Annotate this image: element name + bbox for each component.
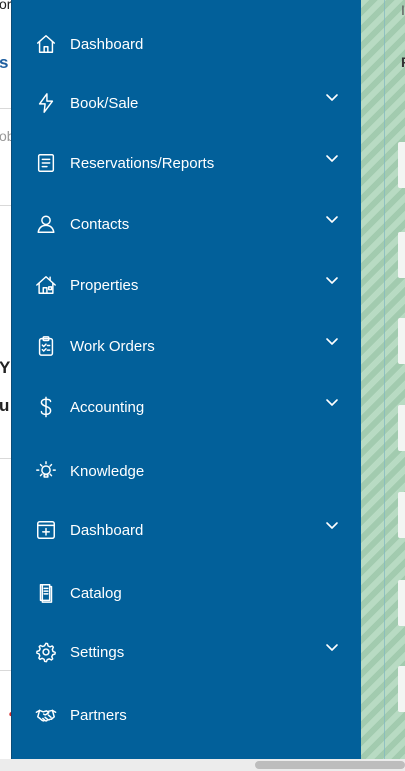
chevron-down-icon[interactable] [325,518,339,532]
chevron-down-icon[interactable] [325,334,339,348]
chevron-down-icon[interactable] [325,395,339,409]
background-divider [0,108,12,109]
background-divider [0,670,12,671]
sidebar-item-knowledge[interactable]: Knowledge [12,449,361,493]
background-text: Y [0,358,11,377]
chevron-down-icon[interactable] [325,273,339,287]
sidebar-item-book-sale[interactable]: Book/Sale [12,81,361,125]
lightbulb-icon [34,459,58,483]
background-divider [0,205,12,206]
background-text: ob [0,128,11,144]
handshake-icon [34,703,58,727]
sidebar-item-settings[interactable]: Settings [12,630,361,674]
right-background-panel: I F [361,0,405,759]
background-text: u [0,396,10,415]
sidebar-item-label: Dashboard [70,521,144,539]
sidebar-item-dashboard[interactable]: Dashboard [12,22,361,66]
sidebar-item-label: Dashboard [70,35,144,53]
background-text: s [0,53,9,72]
right-panel-card [398,405,405,451]
sidebar-item-catalog[interactable]: Catalog [12,571,361,615]
catalog-icon [34,581,58,605]
sidebar-item-dashboard-2[interactable]: Dashboard [12,508,361,552]
background-divider [0,458,12,459]
chevron-down-icon[interactable] [325,212,339,226]
dollar-icon [34,395,58,419]
sidebar-item-work-orders[interactable]: Work Orders [12,324,361,368]
sidebar-item-contacts[interactable]: Contacts [12,202,361,246]
sidebar-item-partners[interactable]: Partners [12,693,361,737]
sidebar-item-label: Catalog [70,584,122,602]
sidebar-item-label: Properties [70,276,139,294]
scrollbar-thumb[interactable] [255,761,405,769]
sidebar-item-label: Contacts [70,215,130,233]
sidebar-item-label: Work Orders [70,337,155,355]
chevron-down-icon[interactable] [325,90,339,104]
right-panel-card [398,318,405,364]
right-panel-text: I [401,2,405,18]
gear-icon [34,640,58,664]
right-panel-divider [384,0,385,759]
sidebar-item-label: Knowledge [70,462,145,480]
clipboard-check-icon [34,334,58,358]
background-page [0,0,12,771]
sidebar-item-label: Reservations/Reports [70,154,215,172]
right-panel-card [398,142,405,188]
sidebar-nav: Dashboard Book/Sale Reservations/Reports… [12,0,361,759]
document-icon [34,151,58,175]
right-panel-card [398,580,405,626]
sidebar-item-reservations-reports[interactable]: Reservations/Reports [12,141,361,185]
sidebar-item-accounting[interactable]: Accounting [12,385,361,429]
sidebar-item-label: Partners [70,706,127,724]
sidebar-item-properties[interactable]: Properties [12,263,361,307]
lightning-icon [34,91,58,115]
right-panel-card [398,232,405,278]
right-panel-card [398,666,405,712]
window-plus-icon [34,518,58,542]
chevron-down-icon[interactable] [325,640,339,654]
right-panel-text: F [401,54,405,70]
sidebar-item-label: Accounting [70,398,145,416]
sidebar-item-label: Settings [70,643,125,661]
background-text: or [0,0,11,12]
sidebar-item-label: Book/Sale [70,94,139,112]
person-icon [34,212,58,236]
chevron-down-icon[interactable] [325,151,339,165]
home-icon [34,32,58,56]
house-icon [34,273,58,297]
right-panel-card [398,492,405,538]
